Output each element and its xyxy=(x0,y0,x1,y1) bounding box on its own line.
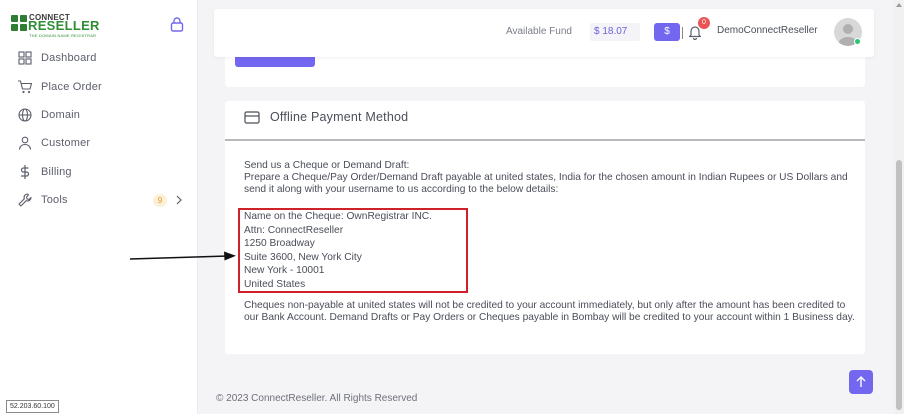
scroll-up-arrow-icon[interactable] xyxy=(895,2,903,8)
credit-card-icon xyxy=(244,111,260,124)
sidebar-item-tools[interactable]: Tools 9 xyxy=(0,187,198,213)
payment-note: Cheques non-payable at united states wil… xyxy=(244,300,855,323)
sidebar-item-label: Customer xyxy=(41,137,91,149)
sidebar-item-label: Domain xyxy=(41,109,81,121)
notification-count-badge: 0 xyxy=(698,17,710,29)
top-navbar: Available Fund $ 18.07 $ 0 DemoConnectRe… xyxy=(214,9,874,57)
scrollbar-thumb[interactable] xyxy=(896,160,902,410)
wrench-icon xyxy=(18,193,32,207)
sidebar: CONNECT RESELLER THE DOMAIN NAME REGISTR… xyxy=(0,0,198,414)
username[interactable]: DemoConnectReseller xyxy=(717,25,818,36)
annotation-arrow-icon xyxy=(129,251,236,261)
previous-card xyxy=(225,57,865,87)
available-fund-value: $ 18.07 xyxy=(590,23,640,41)
sidebar-item-label: Tools xyxy=(41,194,68,206)
logo-text-sub: THE DOMAIN NAME REGISTRAR xyxy=(29,33,97,38)
sidebar-item-domain[interactable]: Domain xyxy=(0,102,198,128)
globe-icon xyxy=(18,108,32,122)
sidebar-item-label: Billing xyxy=(41,166,72,178)
intro-line-2: Prepare a Cheque/Pay Order/Demand Draft … xyxy=(244,172,848,195)
card-title: Offline Payment Method xyxy=(270,110,409,124)
card-header: Offline Payment Method xyxy=(225,101,865,141)
intro-line-1: Send us a Cheque or Demand Draft: xyxy=(244,160,410,171)
tools-count-badge: 9 xyxy=(153,194,167,207)
sidebar-item-customer[interactable]: Customer xyxy=(0,130,198,156)
scroll-to-top-button[interactable] xyxy=(849,370,873,394)
cart-icon xyxy=(18,80,33,94)
brand-logo[interactable]: CONNECT RESELLER THE DOMAIN NAME REGISTR… xyxy=(11,13,101,38)
chevron-right-icon xyxy=(176,195,182,205)
sidebar-item-billing[interactable]: Billing xyxy=(0,159,198,185)
logo-text-main: RESELLER xyxy=(28,18,100,33)
user-icon xyxy=(18,136,32,150)
available-fund-label: Available Fund xyxy=(506,26,572,37)
sidebar-item-label: Place Order xyxy=(41,81,102,93)
sidebar-item-dashboard[interactable]: Dashboard xyxy=(0,45,198,71)
dollar-icon xyxy=(20,165,30,179)
currency-button[interactable]: $ xyxy=(654,23,680,41)
footer-copyright: © 2023 ConnectReseller. All Rights Reser… xyxy=(216,393,418,404)
ip-address-badge: 52.203.60.100 xyxy=(6,400,59,413)
lock-icon[interactable] xyxy=(170,16,184,32)
logo-mark-icon xyxy=(11,15,28,32)
online-status-dot xyxy=(854,38,861,45)
divider xyxy=(682,27,683,39)
address-highlight-box xyxy=(238,208,468,293)
sidebar-item-place-order[interactable]: Place Order xyxy=(0,74,198,100)
grid-icon xyxy=(18,51,32,65)
sidebar-item-label: Dashboard xyxy=(41,52,97,64)
instructions-paragraph: Send us a Cheque or Demand Draft: Prepar… xyxy=(244,160,856,196)
arrow-up-icon xyxy=(856,376,866,387)
